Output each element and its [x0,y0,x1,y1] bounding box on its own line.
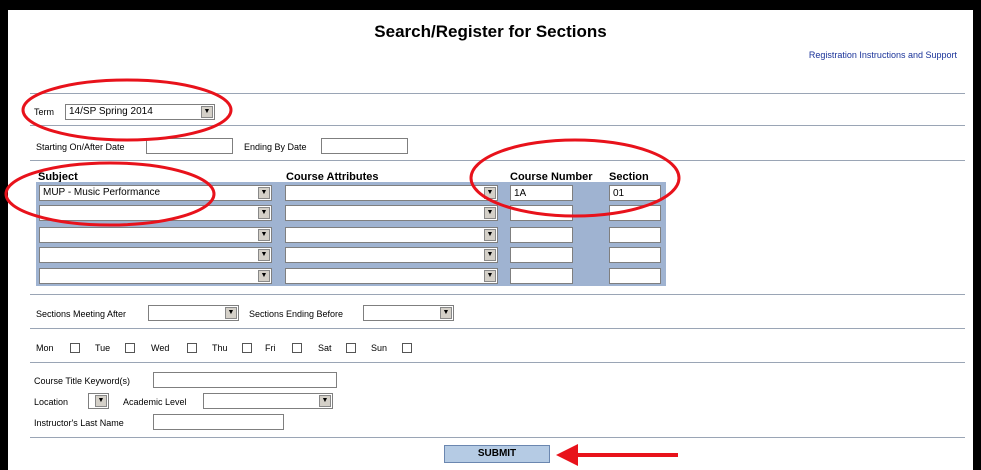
annotation-circle-subject [4,161,216,227]
annotation-overlay [4,78,681,466]
annotation-arrow-icon [556,444,578,466]
annotation-circle-course-number [469,138,681,218]
annotation-circle-term [21,78,233,142]
